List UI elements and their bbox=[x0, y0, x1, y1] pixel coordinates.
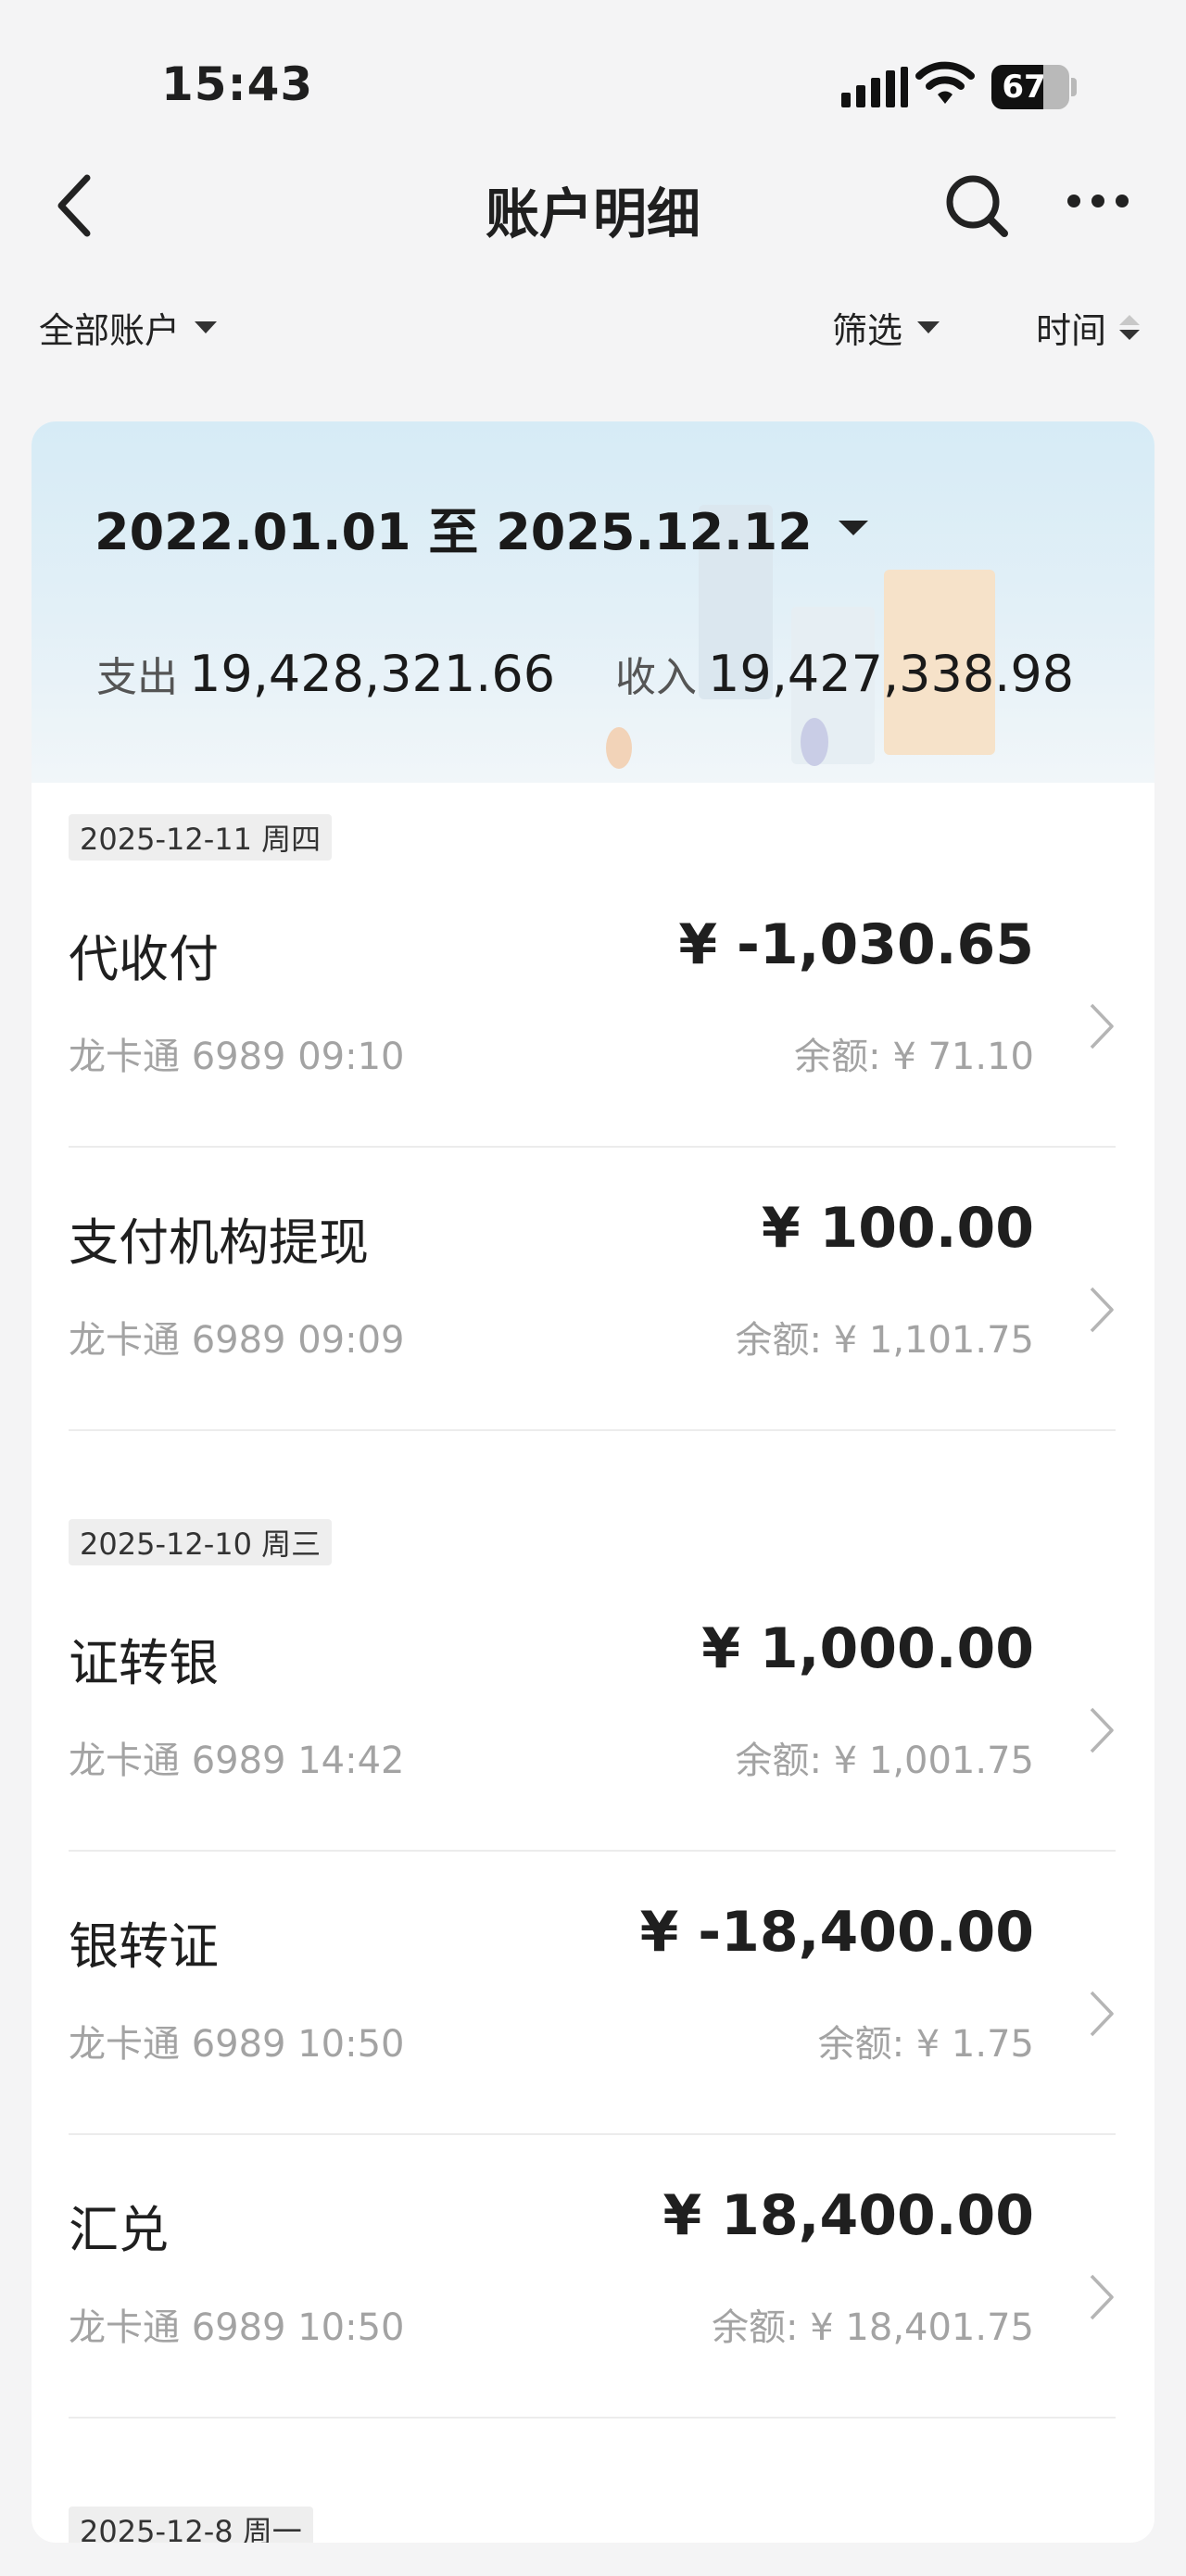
transaction-row[interactable]: 支付机构提现 ¥ 100.00 龙卡通 6989 09:09 余额: ¥ 1,1… bbox=[69, 1148, 1116, 1431]
transaction-meta: 龙卡通 6989 10:50 bbox=[69, 2306, 405, 2349]
caret-down-icon bbox=[838, 520, 868, 535]
transaction-balance: 余额: ¥ 1,001.75 bbox=[735, 1740, 1034, 1782]
battery-icon: 67 bbox=[991, 65, 1069, 109]
account-filter-dropdown[interactable]: 全部账户 bbox=[39, 302, 218, 353]
search-icon[interactable] bbox=[943, 172, 1010, 243]
chevron-right-icon bbox=[1088, 1285, 1116, 1338]
income-label: 收入 bbox=[615, 654, 697, 701]
expense-total: 支出 19,428,321.66 bbox=[96, 644, 555, 703]
banner-decoration bbox=[606, 727, 632, 769]
transactions-card: 2022.01.01 至 2025.12.12 支出 19,428,321.66 … bbox=[32, 421, 1154, 2543]
income-value: 19,427,338.98 bbox=[708, 645, 1075, 703]
sort-by-time[interactable]: 时间 bbox=[1036, 302, 1141, 353]
transaction-meta: 龙卡通 6989 14:42 bbox=[69, 1740, 405, 1782]
transaction-meta: 龙卡通 6989 10:50 bbox=[69, 2023, 405, 2066]
sort-arrows-icon bbox=[1119, 315, 1141, 340]
transaction-balance: 余额: ¥ 1.75 bbox=[817, 2023, 1034, 2066]
date-header: 2025-12-11 周四 bbox=[69, 814, 333, 861]
transaction-amount: ¥ -1,030.65 bbox=[678, 912, 1034, 977]
transaction-balance: 余额: ¥ 1,101.75 bbox=[735, 1319, 1034, 1362]
expense-value: 19,428,321.66 bbox=[189, 645, 556, 703]
date-range-selector[interactable]: 2022.01.01 至 2025.12.12 bbox=[95, 491, 868, 564]
transaction-row[interactable]: 汇兑 ¥ 18,400.00 龙卡通 6989 10:50 余额: ¥ 18,4… bbox=[69, 2135, 1116, 2419]
filter-label: 筛选 bbox=[832, 310, 903, 351]
battery-tip bbox=[1071, 78, 1077, 96]
transaction-amount: ¥ 100.00 bbox=[761, 1196, 1034, 1261]
date-range-text: 2022.01.01 至 2025.12.12 bbox=[95, 503, 813, 561]
transaction-name: 支付机构提现 bbox=[69, 1213, 369, 1272]
date-header: 2025-12-8 周一 bbox=[69, 2507, 313, 2543]
more-icon[interactable] bbox=[1067, 195, 1129, 207]
transaction-row[interactable]: 代收付 ¥ -1,030.65 龙卡通 6989 09:10 余额: ¥ 71.… bbox=[69, 864, 1116, 1148]
transaction-name: 汇兑 bbox=[69, 2201, 169, 2259]
expense-label: 支出 bbox=[96, 654, 178, 701]
transaction-meta: 龙卡通 6989 09:10 bbox=[69, 1036, 405, 1078]
filter-dropdown[interactable]: 筛选 bbox=[832, 302, 940, 353]
caret-down-icon bbox=[195, 321, 218, 333]
summary-banner: 2022.01.01 至 2025.12.12 支出 19,428,321.66 … bbox=[32, 421, 1154, 783]
transaction-amount: ¥ 1,000.00 bbox=[701, 1616, 1034, 1681]
transaction-row[interactable]: 银转证 ¥ -18,400.00 龙卡通 6989 10:50 余额: ¥ 1.… bbox=[69, 1852, 1116, 2135]
date-header: 2025-12-10 周三 bbox=[69, 1519, 333, 1565]
chevron-right-icon bbox=[1088, 2272, 1116, 2326]
transaction-balance: 余额: ¥ 18,401.75 bbox=[712, 2306, 1034, 2349]
transaction-name: 代收付 bbox=[69, 930, 219, 988]
chevron-right-icon bbox=[1088, 1705, 1116, 1759]
transaction-balance: 余额: ¥ 71.10 bbox=[794, 1036, 1034, 1078]
chevron-right-icon bbox=[1088, 1001, 1116, 1055]
transaction-row[interactable]: 证转银 ¥ 1,000.00 龙卡通 6989 14:42 余额: ¥ 1,00… bbox=[69, 1568, 1116, 1852]
account-filter-label: 全部账户 bbox=[39, 310, 181, 351]
chevron-right-icon bbox=[1088, 1989, 1116, 2042]
row-divider bbox=[69, 2417, 1116, 2419]
wifi-icon bbox=[915, 61, 975, 109]
transaction-amount: ¥ 18,400.00 bbox=[662, 2183, 1034, 2248]
transaction-meta: 龙卡通 6989 09:09 bbox=[69, 1319, 405, 1362]
caret-down-icon bbox=[917, 321, 940, 333]
transaction-name: 银转证 bbox=[69, 1917, 219, 1976]
income-total: 收入 19,427,338.98 bbox=[615, 644, 1074, 703]
sort-label: 时间 bbox=[1036, 310, 1107, 351]
transaction-name: 证转银 bbox=[69, 1634, 219, 1692]
banner-decoration bbox=[801, 718, 828, 766]
battery-level: 67 bbox=[1002, 69, 1046, 106]
status-time: 15:43 bbox=[161, 57, 314, 111]
transaction-amount: ¥ -18,400.00 bbox=[639, 1900, 1034, 1965]
cellular-signal-icon bbox=[841, 67, 908, 107]
row-divider bbox=[69, 1429, 1116, 1431]
